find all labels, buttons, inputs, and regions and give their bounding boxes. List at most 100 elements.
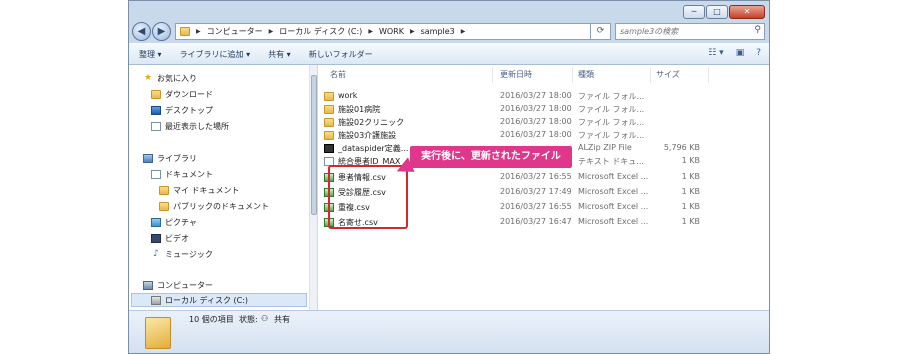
state-label: 状態: — [239, 315, 258, 324]
toolbar-right: ☷ ▾ ▣ ? — [708, 48, 761, 58]
sidebar-item-downloads[interactable]: ダウンロード — [151, 87, 213, 101]
library-icon — [143, 153, 153, 163]
explorer-window: ─ □ ✕ ◀ ▶ ▶ コンピューター ▶ ローカル ディスク (C:) ▶ W… — [128, 0, 770, 354]
file-type: ALZip ZIP File — [578, 143, 632, 152]
sidebar-item-libraries[interactable]: ライブラリ — [143, 151, 197, 165]
chevron-right-icon: ▶ — [460, 28, 466, 35]
sidebar-item-label: ピクチャ — [165, 217, 197, 227]
folder-icon — [151, 89, 161, 99]
file-size: 1 KB — [681, 187, 700, 196]
help-icon[interactable]: ? — [756, 48, 761, 58]
computer-icon — [143, 280, 153, 290]
file-date: 2016/03/27 16:55 — [500, 202, 572, 211]
file-size: 1 KB — [681, 202, 700, 211]
back-button[interactable]: ◀ — [132, 22, 151, 41]
sidebar-item-label: 最近表示した場所 — [165, 121, 229, 131]
recent-places-icon — [151, 121, 161, 131]
chevron-right-icon: ▶ — [368, 28, 373, 35]
sidebar-item-desktop[interactable]: デスクトップ — [151, 103, 213, 117]
column-header-type[interactable]: 種類 — [578, 69, 594, 80]
folder-icon — [324, 118, 334, 127]
folder-icon — [324, 105, 334, 114]
breadcrumb-sample3[interactable]: sample3 — [421, 27, 455, 36]
sidebar-item-label: ドキュメント — [165, 169, 213, 179]
sidebar-item-computer[interactable]: コンピューター — [143, 278, 213, 292]
highlight-box — [328, 165, 408, 229]
search-box[interactable]: ⚲ — [615, 23, 765, 40]
sidebar-item-my-documents[interactable]: マイ ドキュメント — [159, 183, 240, 197]
chevron-right-icon: ▶ — [268, 28, 274, 35]
video-icon — [151, 233, 161, 243]
sidebar-item-pictures[interactable]: ピクチャ — [151, 215, 197, 229]
command-toolbar: 整理 ▾ ライブラリに追加 ▾ 共有 ▾ 新しいフォルダー ☷ ▾ ▣ ? — [129, 43, 769, 65]
sidebar-item-label: パブリックのドキュメント — [173, 201, 269, 211]
maximize-button[interactable]: □ — [706, 5, 728, 19]
file-type: Microsoft Excel ... — [578, 217, 649, 226]
table-row[interactable]: 施設03介護施設 2016/03/27 18:00 ファイル フォル... — [318, 129, 769, 142]
chevron-right-icon: ▶ — [196, 28, 201, 35]
desktop-icon — [151, 105, 161, 115]
sidebar-item-label: コンピューター — [157, 280, 213, 290]
folder-icon — [159, 201, 169, 211]
status-bar: 10 個の項目 状態: ⚇ 共有 — [129, 310, 769, 353]
folder-icon — [159, 185, 169, 195]
sidebar-item-documents[interactable]: ドキュメント — [151, 167, 213, 181]
file-type: ファイル フォル... — [578, 105, 645, 114]
forward-button[interactable]: ▶ — [152, 22, 171, 41]
chevron-right-icon: ▶ — [409, 28, 415, 35]
sidebar-item-recent-places[interactable]: 最近表示した場所 — [151, 119, 229, 133]
minimize-button[interactable]: ─ — [683, 5, 705, 19]
preview-pane-icon[interactable]: ▣ — [736, 48, 745, 58]
breadcrumb-local-disk[interactable]: ローカル ディスク (C:) — [279, 26, 362, 37]
column-divider[interactable] — [650, 67, 651, 83]
sidebar-item-videos[interactable]: ビデオ — [151, 231, 189, 245]
column-header-size[interactable]: サイズ — [656, 69, 680, 80]
file-date: 2016/03/27 16:55 — [500, 172, 572, 181]
callout-label: 実行後に、更新されたファイル — [410, 146, 572, 168]
address-bar[interactable]: ▶ コンピューター ▶ ローカル ディスク (C:) ▶ WORK ▶ samp… — [175, 23, 591, 40]
organize-menu[interactable]: 整理 ▾ — [139, 49, 162, 60]
table-row[interactable]: 施設01病院 2016/03/27 18:00 ファイル フォル... — [318, 103, 769, 116]
folder-icon — [324, 92, 334, 101]
column-header-name[interactable]: 名前 — [330, 69, 346, 80]
folder-icon — [145, 317, 171, 349]
breadcrumb-computer[interactable]: コンピューター — [207, 26, 263, 37]
file-date: 2016/03/27 17:49 — [500, 187, 572, 196]
navigation-pane: ★ お気に入り ダウンロード デスクトップ 最近表示した場所 ライブラリ ドキュ… — [129, 65, 317, 310]
file-date: 2016/03/27 18:00 — [500, 104, 572, 113]
table-row[interactable]: 施設02クリニック 2016/03/27 18:00 ファイル フォル... — [318, 116, 769, 129]
column-header-date[interactable]: 更新日時 — [500, 69, 532, 80]
sidebar-scrollbar[interactable] — [309, 65, 317, 310]
column-divider[interactable] — [708, 67, 709, 83]
refresh-icon[interactable]: ⟳ — [591, 23, 611, 40]
column-divider[interactable] — [572, 67, 573, 83]
search-input[interactable] — [616, 24, 744, 39]
sidebar-item-local-disk[interactable]: ローカル ディスク (C:) — [131, 293, 307, 307]
folder-icon — [180, 27, 190, 36]
close-button[interactable]: ✕ — [729, 5, 765, 19]
file-type: Microsoft Excel ... — [578, 187, 649, 196]
scrollbar-thumb[interactable] — [311, 75, 317, 215]
star-icon: ★ — [143, 72, 153, 83]
share-menu[interactable]: 共有 ▾ — [268, 49, 291, 60]
column-divider[interactable] — [492, 67, 493, 83]
file-size: 1 KB — [681, 156, 700, 165]
breadcrumb-work[interactable]: WORK — [379, 27, 404, 36]
view-options-icon[interactable]: ☷ ▾ — [708, 48, 723, 58]
state-value: 共有 — [274, 315, 290, 324]
picture-icon — [151, 217, 161, 227]
file-name: 施設02クリニック — [338, 118, 405, 127]
sidebar-item-music[interactable]: ♪ ミュージック — [151, 247, 213, 261]
sidebar-item-favorites[interactable]: ★ お気に入り — [143, 71, 197, 85]
file-date: 2016/03/27 18:00 — [500, 91, 572, 100]
add-to-library-menu[interactable]: ライブラリに追加 ▾ — [180, 49, 251, 60]
table-row[interactable]: work 2016/03/27 18:00 ファイル フォル... — [318, 90, 769, 103]
sidebar-item-label: デスクトップ — [165, 105, 213, 115]
file-type: Microsoft Excel ... — [578, 172, 649, 181]
music-icon: ♪ — [153, 248, 159, 259]
search-icon[interactable]: ⚲ — [754, 25, 761, 35]
new-folder-button[interactable]: 新しいフォルダー — [309, 49, 373, 60]
drive-icon — [151, 295, 161, 305]
sidebar-item-public-documents[interactable]: パブリックのドキュメント — [159, 199, 269, 213]
file-name: 施設01病院 — [338, 105, 381, 114]
